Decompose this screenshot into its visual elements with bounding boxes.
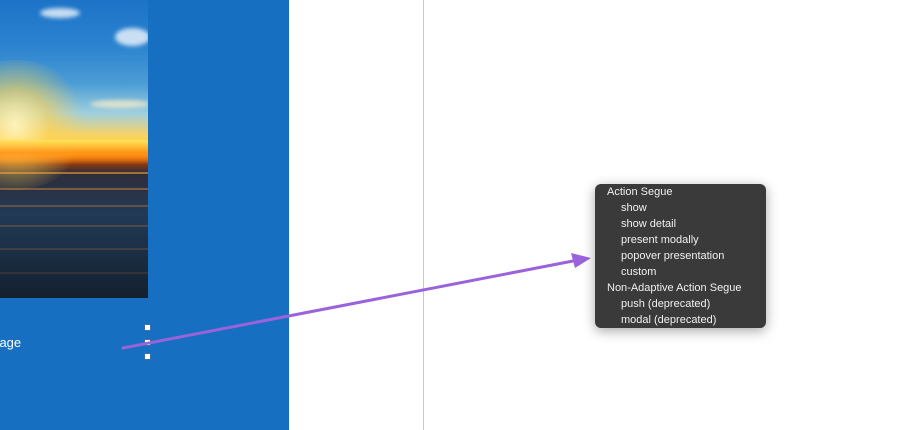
water-ripple xyxy=(0,225,148,227)
menu-item-popover-presentation[interactable]: popover presentation xyxy=(595,248,792,264)
menu-item-present-modally[interactable]: present modally xyxy=(595,232,792,248)
image-view[interactable] xyxy=(0,0,148,298)
menu-item-show[interactable]: show xyxy=(595,200,792,216)
segue-menu: Action Segue show show detail present mo… xyxy=(595,184,766,328)
menu-item-modal-deprecated[interactable]: modal (deprecated) xyxy=(595,312,792,328)
cloud-shape xyxy=(115,28,148,46)
canvas-divider xyxy=(423,0,424,430)
menu-item-push-deprecated[interactable]: push (deprecated) xyxy=(595,296,792,312)
horizon-glow xyxy=(0,140,148,165)
water-ripple xyxy=(0,272,148,274)
water-ripple xyxy=(0,188,148,190)
menu-section-header-non-adaptive: Non-Adaptive Action Segue xyxy=(607,282,742,294)
cloud-shape xyxy=(40,8,80,18)
water-ripple xyxy=(0,172,148,174)
image-label[interactable]: Image xyxy=(0,335,21,350)
view-controller-scene[interactable]: Image xyxy=(0,0,289,430)
menu-section-header-action-segue: Action Segue xyxy=(607,186,673,198)
resize-handle-middle[interactable] xyxy=(144,339,151,346)
resize-handle-bottom[interactable] xyxy=(144,353,151,360)
water-ripple xyxy=(0,248,148,250)
menu-item-custom[interactable]: custom xyxy=(595,264,792,280)
cloud-shape xyxy=(90,100,148,108)
resize-handle-top[interactable] xyxy=(144,324,151,331)
arrow-head-icon xyxy=(571,253,591,268)
sun-glow xyxy=(0,60,90,190)
menu-item-show-detail[interactable]: show detail xyxy=(595,216,792,232)
water-ripple xyxy=(0,205,148,207)
